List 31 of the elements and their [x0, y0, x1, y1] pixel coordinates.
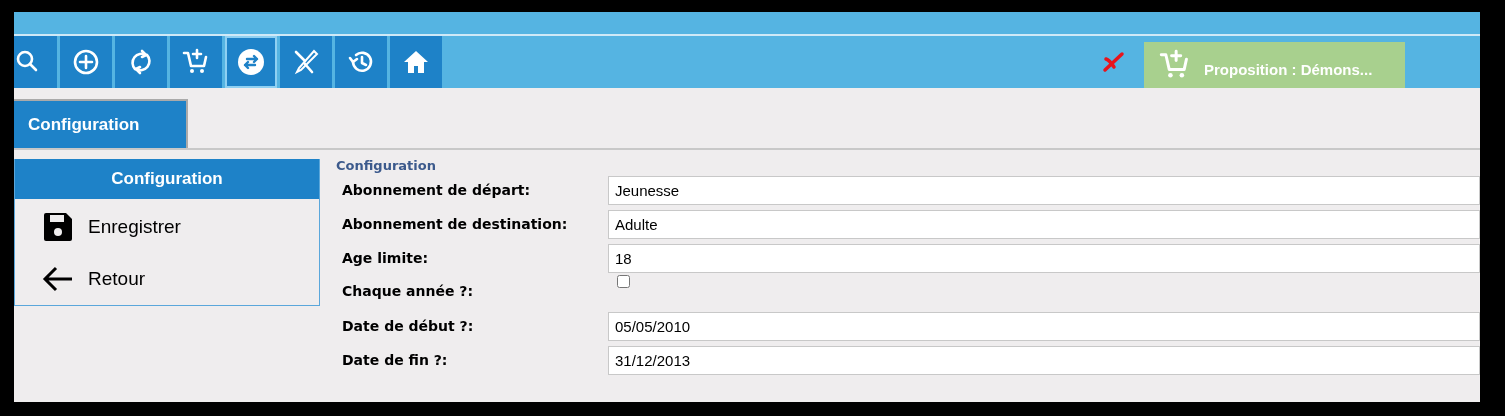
text-field[interactable]: Adulte — [608, 209, 1480, 239]
text-field[interactable]: 18 — [608, 243, 1480, 273]
tools-icon — [292, 48, 320, 76]
sidebar-header: Configuration — [15, 159, 319, 199]
field-label: Date de fin ?: — [342, 350, 449, 370]
field-label: Abonnement de départ: — [342, 180, 532, 200]
field-label: Age limite: — [342, 248, 429, 268]
tab[interactable]: Configuration — [14, 99, 188, 148]
cart-plus-icon — [182, 48, 210, 76]
field-label: Chaque année ?: — [342, 282, 474, 301]
sidebar-link[interactable]: Retour — [15, 253, 319, 305]
field-label: Abonnement de destination: — [342, 214, 569, 234]
toolbar-button[interactable] — [390, 36, 442, 88]
text-field[interactable]: 31/12/2013 — [608, 345, 1480, 375]
text-field[interactable]: Jeunesse — [608, 175, 1480, 205]
toolbar-button[interactable] — [280, 36, 332, 88]
toolbar-button[interactable] — [60, 36, 112, 88]
sidebar-link[interactable]: Enregistrer — [15, 201, 319, 253]
swap-arrows-icon — [237, 48, 265, 76]
back-arrow-icon — [42, 265, 74, 293]
toolbar-button[interactable] — [335, 36, 387, 88]
toolbar-button[interactable] — [225, 36, 277, 88]
toolbar-button[interactable] — [115, 36, 167, 88]
toolbar-button[interactable] — [170, 36, 222, 88]
text-field[interactable]: 05/05/2010 — [608, 311, 1480, 341]
add-circle-icon — [72, 48, 100, 76]
field-label: Date de début ?: — [342, 316, 475, 336]
checkbox[interactable] — [617, 275, 630, 288]
section-legend: Configuration — [336, 159, 1480, 173]
toolbar-button[interactable] — [14, 36, 57, 88]
home-icon — [402, 48, 430, 76]
